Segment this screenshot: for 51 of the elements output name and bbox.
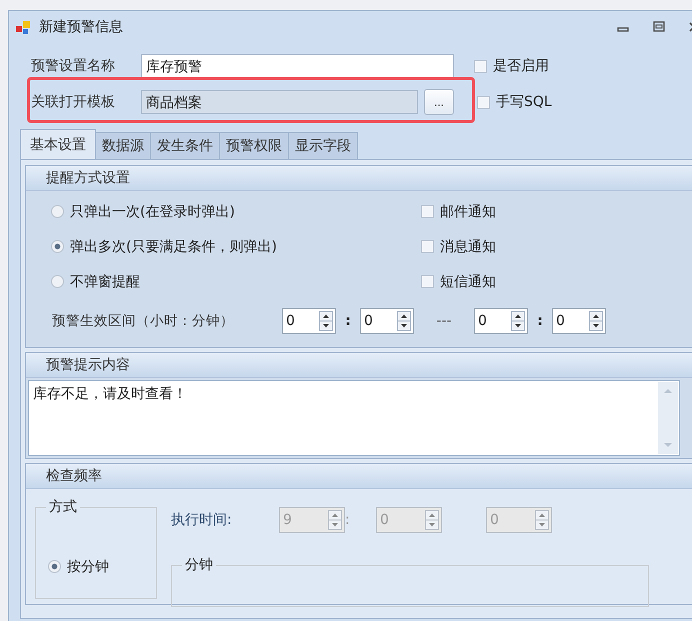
- tab[interactable]: 数据源: [95, 132, 151, 159]
- spin-field[interactable]: 0: [282, 308, 336, 334]
- range-label: 预警生效区间（小时：分钟）: [52, 312, 235, 330]
- checkbox-label: 消息通知: [440, 238, 496, 256]
- window-title: 新建预警信息: [39, 18, 123, 36]
- checkbox[interactable]: [421, 205, 434, 218]
- group-box-title: 方式: [46, 498, 80, 516]
- tab[interactable]: 发生条件: [150, 132, 220, 159]
- checkbox[interactable]: [474, 60, 487, 72]
- radio-label: 按分钟: [67, 558, 109, 576]
- radio-button[interactable]: [48, 560, 61, 573]
- group-box-title: 分钟: [182, 556, 216, 574]
- checkbox[interactable]: [421, 275, 434, 288]
- checkbox-label: 是否启用: [493, 57, 549, 75]
- spin-arrows-icon[interactable]: [511, 311, 525, 331]
- radio-button[interactable]: [51, 275, 64, 288]
- spin-field[interactable]: 0: [474, 308, 528, 334]
- app-icon: [15, 19, 33, 35]
- spin-arrows-icon[interactable]: [589, 311, 603, 331]
- message-text-area[interactable]: 库存不足，请及时查看！: [28, 380, 680, 456]
- tab[interactable]: 显示字段: [288, 132, 358, 159]
- separator-text: ---: [435, 313, 453, 329]
- radio-label: 只弹出一次(在登录时弹出): [70, 202, 235, 220]
- checkbox[interactable]: [477, 96, 490, 108]
- spin-field[interactable]: 0: [552, 308, 606, 334]
- separator-text: :: [536, 313, 544, 329]
- name-field[interactable]: 库存预警: [141, 54, 454, 78]
- field-label: 预警设置名称: [30, 57, 116, 75]
- checkbox-label: 短信通知: [440, 272, 496, 290]
- group-title: 检查频率: [46, 468, 102, 484]
- tab[interactable]: 基本设置: [20, 129, 96, 159]
- checkbox-label: 邮件通知: [440, 202, 496, 220]
- field-label: 关联打开模板: [30, 93, 116, 111]
- exec-time-label: 执行时间:: [171, 511, 233, 529]
- tab[interactable]: 预警权限: [219, 132, 289, 159]
- spin-field[interactable]: 0: [360, 308, 414, 334]
- spin-arrows-icon[interactable]: [397, 311, 411, 331]
- separator-text: :: [344, 313, 352, 329]
- separator-text: :: [345, 512, 351, 528]
- message-text: 库存不足，请及时查看！: [33, 386, 187, 402]
- maximize-icon[interactable]: [651, 20, 667, 34]
- checkbox[interactable]: [421, 240, 434, 253]
- radio-button[interactable]: [51, 240, 64, 253]
- group-title: 提醒方式设置: [46, 170, 130, 186]
- radio-label: 不弹窗提醒: [70, 272, 140, 290]
- checkbox-label: 手写SQL: [496, 93, 552, 111]
- browse-button[interactable]: ...: [424, 89, 454, 115]
- group-title: 预警提示内容: [46, 357, 130, 373]
- radio-label: 弹出多次(只要满足条件，则弹出): [70, 238, 277, 256]
- spin-arrows-icon[interactable]: [319, 311, 333, 331]
- radio-button[interactable]: [51, 205, 64, 218]
